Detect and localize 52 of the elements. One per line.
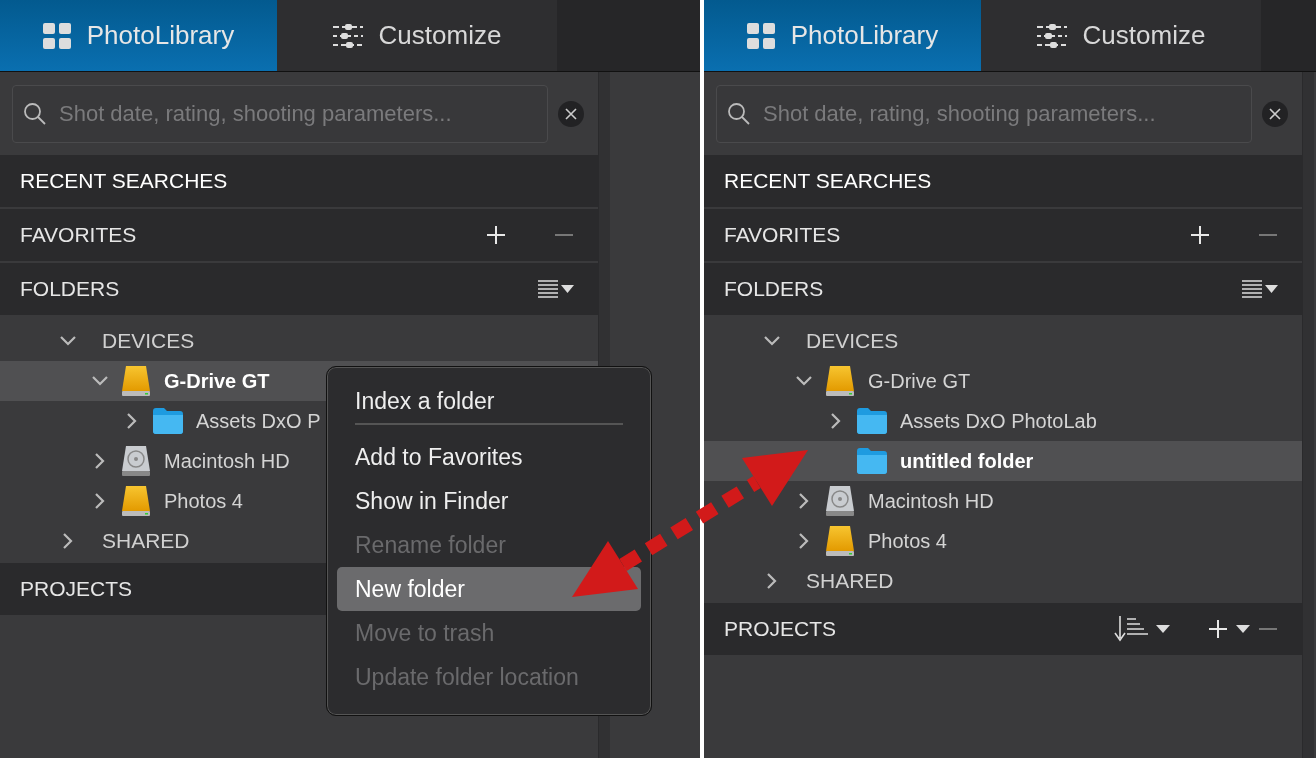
sort-icon[interactable] [1114, 616, 1148, 642]
list-menu-icon[interactable] [538, 279, 574, 299]
menu-item[interactable]: New folder [337, 567, 641, 611]
tree-item[interactable]: SHARED [704, 561, 1302, 601]
menu-item[interactable]: Show in Finder [337, 479, 641, 523]
plus-icon[interactable] [486, 225, 506, 245]
search-icon [727, 101, 751, 126]
tree-item[interactable]: untitled folder [704, 441, 1302, 481]
close-icon [565, 107, 577, 120]
tree-item[interactable]: DEVICES [704, 321, 1302, 361]
tree-item[interactable]: Macintosh HD [704, 481, 1302, 521]
hard-disk-icon [825, 485, 855, 517]
tree-item[interactable]: G-Drive GT [704, 361, 1302, 401]
tree-item[interactable]: Photos 4 [704, 521, 1302, 561]
drive-icon [825, 525, 855, 557]
search-field[interactable]: Shot date, rating, shooting parameters... [12, 84, 548, 143]
list-menu-icon[interactable] [1242, 279, 1278, 299]
caret-icon[interactable] [1236, 624, 1250, 634]
clear-button[interactable] [558, 100, 584, 127]
section-title: FAVORITES [724, 223, 841, 247]
plus-icon[interactable] [1190, 225, 1210, 245]
tab[interactable]: PhotoLibrary [704, 0, 981, 71]
search-icon [23, 101, 47, 126]
tree-item[interactable]: Assets DxO PhotoLab [704, 401, 1302, 441]
section-title: FAVORITES [20, 223, 137, 247]
tab[interactable]: PhotoLibrary [0, 0, 277, 71]
drive-icon [121, 485, 151, 517]
tab[interactable]: Customize [981, 0, 1261, 71]
clear-button[interactable] [1262, 100, 1288, 127]
plus-icon[interactable] [1208, 619, 1228, 639]
folder-icon [857, 408, 887, 434]
menu-item[interactable]: Add to Favorites [337, 435, 641, 479]
grid-icon [42, 22, 71, 49]
sliders-icon [1036, 23, 1067, 48]
hard-disk-icon [121, 445, 151, 477]
section-title: FOLDERS [724, 277, 824, 301]
caret-icon[interactable] [1156, 624, 1170, 634]
section-title: FOLDERS [20, 277, 120, 301]
tree-item[interactable]: DEVICES [0, 321, 598, 361]
sliders-icon [332, 23, 363, 48]
section-title: RECENT SEARCHES [724, 169, 932, 193]
drive-icon [825, 365, 855, 397]
grid-icon [746, 22, 775, 49]
folder-icon [153, 408, 183, 434]
folder-icon [857, 448, 887, 474]
search-field[interactable]: Shot date, rating, shooting parameters... [716, 84, 1252, 143]
section-title: PROJECTS [724, 617, 836, 641]
tab[interactable]: Customize [277, 0, 557, 71]
drive-icon [121, 365, 151, 397]
section-title: PROJECTS [20, 577, 132, 601]
close-icon [1269, 107, 1281, 120]
section-title: RECENT SEARCHES [20, 169, 228, 193]
